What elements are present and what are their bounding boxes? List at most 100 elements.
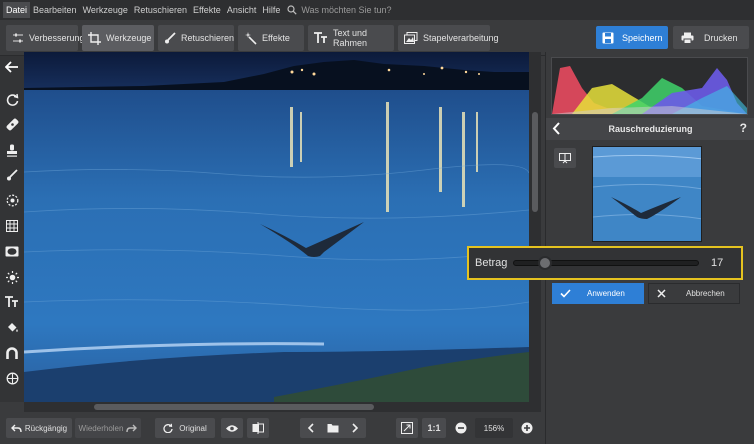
menu-retuschieren[interactable]: Retuschieren (131, 2, 190, 18)
photo-canvas[interactable] (24, 52, 529, 402)
crop-icon (88, 31, 101, 45)
menu-bar: Datei Bearbeiten Werkzeuge Retuschieren … (0, 0, 754, 20)
magnet-tool[interactable] (3, 344, 21, 362)
focus-tool[interactable] (3, 191, 21, 209)
rotate-tool[interactable] (3, 90, 21, 108)
checkmark-icon (560, 289, 571, 298)
print-button[interactable]: Drucken (673, 26, 749, 49)
histogram (551, 57, 748, 115)
split-view-button[interactable] (247, 418, 269, 438)
crosshair-icon (6, 372, 18, 384)
help-button[interactable]: ? (740, 121, 747, 135)
reset-icon (163, 423, 173, 433)
zoom-in-button[interactable] (518, 418, 536, 438)
brush-icon (165, 32, 176, 44)
undo-button[interactable]: Rückgängig (6, 418, 72, 438)
magnet-icon (6, 346, 18, 359)
zoom-in-icon (521, 422, 533, 434)
crosshair-tool[interactable] (3, 369, 21, 387)
menu-ansicht[interactable]: Ansicht (224, 2, 260, 18)
magic-wand-icon (245, 31, 257, 45)
section-title: Rauschreduzierung (608, 124, 693, 134)
preview-image (593, 147, 701, 241)
tab-effekte-label: Effekte (262, 33, 290, 43)
cancel-label: Abbrechen (686, 289, 725, 298)
histogram-graph (552, 66, 747, 114)
fit-screen-icon (401, 422, 413, 434)
fit-screen-button[interactable] (396, 418, 418, 438)
floppy-disk-icon (602, 32, 614, 43)
horizontal-scroll-thumb[interactable] (94, 404, 374, 410)
menu-effekte[interactable]: Effekte (190, 2, 224, 18)
repair-tool[interactable] (3, 115, 21, 133)
stamp-icon (7, 144, 17, 157)
chevron-left-icon[interactable] (552, 122, 561, 135)
light-tool[interactable] (3, 268, 21, 286)
fill-tool[interactable] (3, 318, 21, 336)
target-icon (6, 194, 18, 206)
vignette-tool[interactable] (3, 242, 21, 260)
tab-text-und-rahmen-label: Text und Rahmen (333, 28, 368, 48)
close-icon (657, 289, 666, 298)
menu-bearbeiten[interactable]: Bearbeiten (30, 2, 80, 18)
split-view-icon (252, 422, 264, 434)
preview-thumbnail (592, 146, 702, 242)
search-icon (287, 5, 298, 15)
chevron-right-icon[interactable] (351, 423, 359, 433)
chevron-left-icon[interactable] (307, 423, 315, 433)
tab-verbesserung-label: Verbesserung (29, 33, 85, 43)
search-placeholder: Was möchten Sie tun? (301, 5, 392, 15)
vertical-scrollbar[interactable] (529, 52, 541, 402)
print-label: Drucken (704, 32, 738, 43)
amount-value: 17 (711, 257, 724, 269)
back-arrow-icon (5, 61, 18, 73)
original-label: Original (179, 423, 207, 433)
original-button[interactable]: Original (155, 418, 215, 438)
undo-icon (10, 424, 22, 432)
zoom-out-button[interactable] (452, 418, 470, 438)
save-button[interactable]: Speichern (596, 26, 668, 49)
sun-icon (5, 270, 19, 284)
menu-datei[interactable]: Datei (3, 2, 31, 18)
undo-label: Rückgängig (24, 423, 68, 433)
tab-retuschieren[interactable]: Retuschieren (158, 25, 234, 51)
amount-slider-group: Betrag 17 (467, 246, 743, 280)
compare-button[interactable] (554, 148, 576, 168)
text-tool[interactable] (3, 293, 21, 311)
rotate-icon (6, 93, 18, 106)
main-toolbar: Verbesserung Werkzeuge Retuschieren Effe… (0, 20, 754, 56)
actual-size-button[interactable]: 1:1 (422, 418, 446, 438)
menu-search[interactable]: Was möchten Sie tun? (287, 5, 392, 15)
vertical-scroll-thumb[interactable] (532, 112, 538, 212)
redo-icon (126, 424, 138, 432)
apply-button[interactable]: Anwenden (552, 283, 644, 304)
preview-toggle-button[interactable] (221, 418, 243, 438)
save-label: Speichern (622, 32, 663, 43)
tab-werkzeuge[interactable]: Werkzeuge (82, 25, 154, 51)
menu-hilfe[interactable]: Hilfe (259, 2, 283, 18)
folder-icon[interactable] (327, 423, 339, 433)
text-icon (5, 296, 18, 307)
zoom-level[interactable]: 156% (475, 418, 513, 438)
tab-stapelverarbeitung[interactable]: Stapelverarbeitung (398, 25, 499, 51)
grid-tool[interactable] (3, 217, 21, 235)
menu-werkzeuge[interactable]: Werkzeuge (80, 2, 131, 18)
redo-button[interactable]: Wiederholen (75, 418, 141, 438)
tab-stapelverarbeitung-label: Stapelverarbeitung (423, 33, 499, 43)
tab-text-und-rahmen[interactable]: Text und Rahmen (308, 25, 394, 51)
bandage-icon (6, 118, 18, 130)
tab-effekte[interactable]: Effekte (238, 25, 304, 51)
back-button[interactable] (3, 58, 21, 76)
zoom-out-icon (455, 422, 467, 434)
tab-werkzeuge-label: Werkzeuge (106, 33, 152, 43)
tab-verbesserung[interactable]: Verbesserung (6, 25, 85, 51)
horizontal-scrollbar[interactable] (24, 402, 541, 412)
navigation-group (300, 418, 366, 438)
brush-tool[interactable] (3, 166, 21, 184)
stamp-tool[interactable] (3, 141, 21, 159)
eye-icon (226, 424, 238, 432)
redo-label: Wiederholen (78, 423, 124, 433)
cancel-button[interactable]: Abbrechen (648, 283, 740, 304)
grid-icon (6, 220, 18, 232)
amount-slider-handle[interactable] (537, 256, 552, 270)
